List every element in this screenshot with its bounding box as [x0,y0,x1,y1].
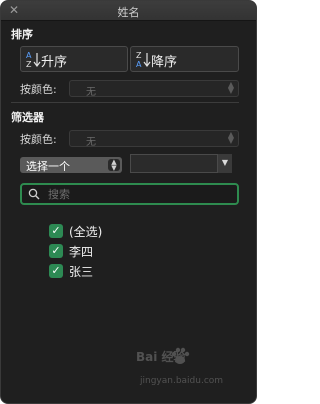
filter-item-label: 张三 [69,265,94,279]
filter-by-color-select[interactable]: 无 ▲ ▼ [69,130,239,148]
condition-select-value: 选择一个 [26,160,70,173]
filter-by-color-value: 无 [86,137,96,148]
window-title: 姓名 [117,6,140,19]
sort-descending-label: 降序 [151,55,178,70]
search-icon [28,188,40,200]
search-field[interactable] [20,183,239,205]
sort-by-color-label: 按颜色: [20,83,57,96]
filter-by-color-label: 按颜色: [20,133,57,146]
checkbox-checked-icon[interactable]: ✓ [49,264,63,278]
svg-text:A: A [136,60,142,68]
chevron-updown-icon: ▲ ▼ [227,130,234,145]
condition-select[interactable]: 选择一个 ▲ ▼ [20,157,122,173]
watermark-logo: Bai 经验 jingyan.baidu.com [136,346,251,396]
watermark-url: jingyan.baidu.com [140,376,224,386]
sort-heading: 排序 [11,28,33,41]
svg-text:Z: Z [136,51,142,60]
section-divider [11,102,239,103]
sort-descending-button[interactable]: Z A 降序 [130,46,239,72]
chevron-down-icon[interactable]: ▼ [218,154,232,173]
search-input[interactable] [48,187,228,201]
condition-value-field[interactable] [130,154,218,173]
filter-heading: 筛选器 [11,111,44,124]
checkbox-checked-icon[interactable]: ✓ [49,224,63,238]
sort-by-color-value: 无 [86,87,96,98]
svg-text:Z: Z [26,60,32,68]
chevron-updown-icon: ▲ ▼ [108,159,120,172]
svg-text:A: A [26,51,32,60]
sort-by-color-select[interactable]: 无 ▲ ▼ [69,80,239,98]
checkbox-checked-icon[interactable]: ✓ [49,244,63,258]
sort-ascending-label: 升序 [41,55,68,70]
filter-dialog: ✕ 姓名 排序 A Z 升序 Z A 降序 按颜色: 无 ▲ ▼ 筛选器 按颜色:… [0,0,257,404]
watermark-brand: Bai 经验 [136,350,186,364]
chevron-updown-icon: ▲ ▼ [227,80,234,95]
sort-ascending-icon: A Z [26,51,41,68]
sort-descending-icon: Z A [136,51,151,68]
filter-item-label: (全选) [69,225,103,239]
sort-ascending-button[interactable]: A Z 升序 [20,46,128,72]
filter-item-label: 李四 [69,245,94,259]
title-bar: ✕ 姓名 [1,1,256,21]
